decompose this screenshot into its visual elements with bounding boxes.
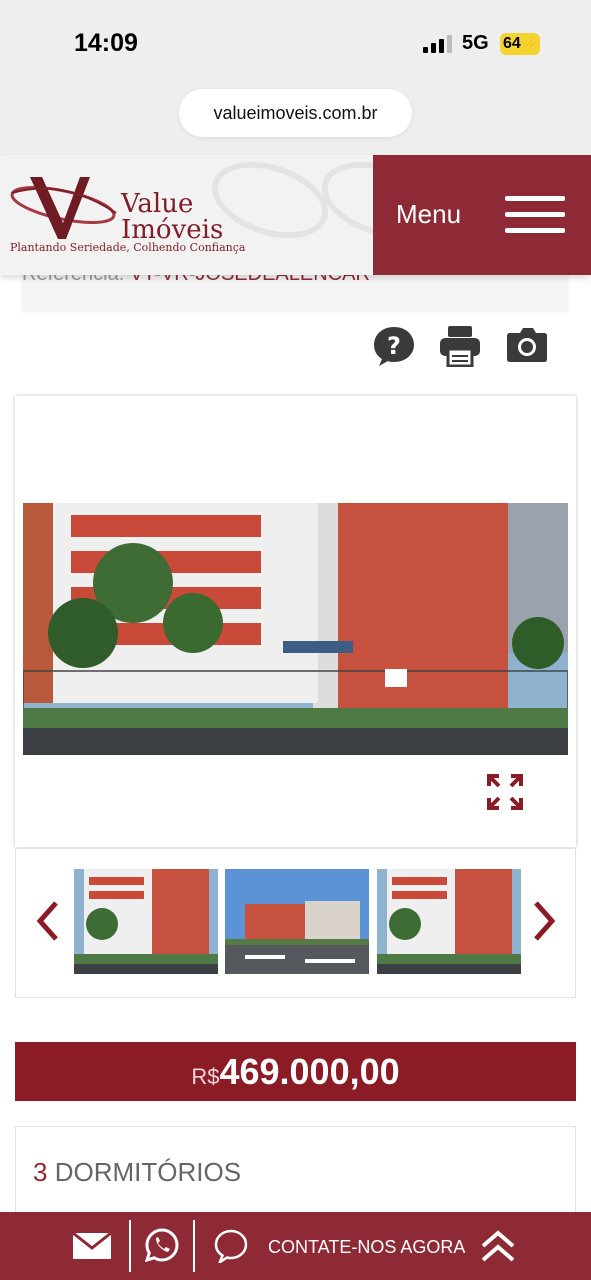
battery-icon: 64 ⚡ [500, 33, 540, 55]
feature-label: DORMITÓRIOS [54, 1157, 242, 1187]
status-bar: 14:09 5G 64 ⚡ [0, 0, 591, 90]
thumbnail-3[interactable] [377, 869, 521, 974]
price-currency: R$ [191, 1064, 220, 1089]
feature-bedrooms: 3 DORMITÓRIOS [33, 1157, 241, 1188]
chevron-left-icon[interactable] [34, 899, 62, 943]
site-header: Value Imóveis Plantando Seriedade, Colhe… [0, 155, 591, 275]
site-logo[interactable]: Value Imóveis Plantando Seriedade, Colhe… [8, 173, 248, 263]
signal-icon [423, 35, 455, 53]
charging-bolt-icon: ⚡ [520, 36, 538, 52]
double-chevron-up-icon[interactable] [480, 1228, 516, 1264]
url-bar[interactable]: valueimoveis.com.br [179, 89, 412, 137]
expand-icon[interactable] [487, 774, 523, 810]
email-icon[interactable] [72, 1232, 112, 1260]
building-photo [23, 503, 568, 755]
divider [193, 1220, 195, 1272]
print-icon[interactable] [439, 325, 481, 367]
thumbnail-2[interactable] [225, 869, 369, 974]
chat-icon[interactable] [214, 1229, 248, 1263]
thumbnail-1[interactable] [74, 869, 218, 974]
contact-bar: CONTATE-NOS AGORA [0, 1212, 591, 1280]
logo-v-icon [10, 177, 117, 239]
feature-count: 3 [33, 1157, 48, 1187]
menu-button[interactable]: Menu [373, 155, 591, 275]
network-type: 5G [462, 32, 489, 54]
main-image-card [15, 396, 576, 847]
menu-label: Menu [396, 199, 462, 229]
divider [129, 1220, 131, 1272]
status-time: 14:09 [74, 29, 138, 57]
price-bar: R$469.000,00 [15, 1042, 576, 1101]
question-icon[interactable]: ? [373, 325, 415, 367]
contact-now-label[interactable]: CONTATE-NOS AGORA [268, 1237, 465, 1258]
thumbnail-strip [15, 848, 576, 998]
battery-level: 64 [503, 35, 521, 52]
chevron-right-icon[interactable] [530, 899, 558, 943]
svg-text:?: ? [387, 332, 401, 360]
logo-slogan: Plantando Seriedade, Colhendo Confiança [10, 241, 246, 254]
hamburger-icon [505, 196, 565, 234]
price-value: 469.000,00 [219, 1051, 400, 1092]
camera-icon[interactable] [506, 325, 548, 367]
main-property-photo[interactable] [23, 503, 568, 755]
whatsapp-icon[interactable] [145, 1228, 179, 1262]
